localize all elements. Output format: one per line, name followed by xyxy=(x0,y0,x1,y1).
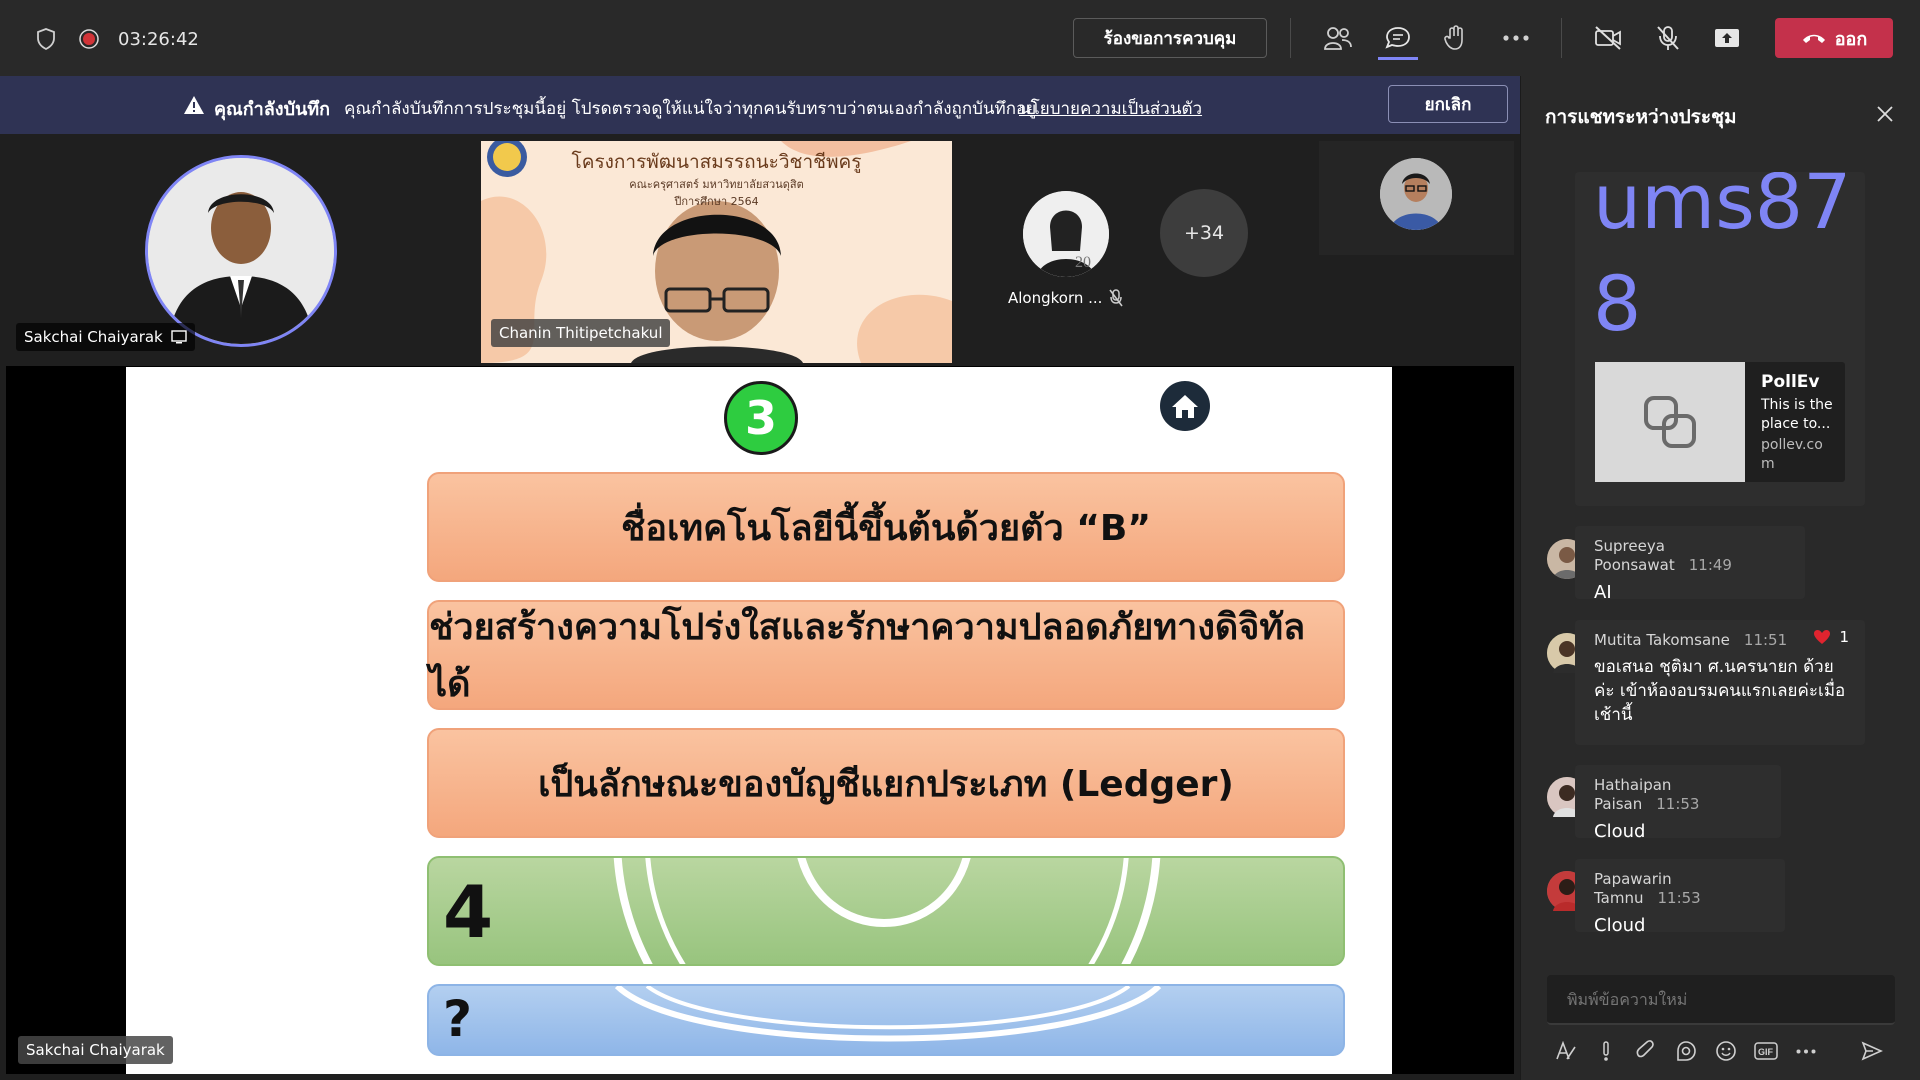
message-body: Cloud xyxy=(1594,821,1646,842)
toolbar-divider xyxy=(1561,18,1562,58)
presentation-slide: 3 ชื่อเทคโนโลยีนี้ขึ้นต้นด้วยตัว “B” ช่ว… xyxy=(126,367,1392,1074)
slide-decoration xyxy=(613,858,1161,964)
slide-number-badge: 3 xyxy=(724,381,798,455)
chat-panel: การแชทระหว่างประชุม ums87 8 PollEv This … xyxy=(1520,76,1920,1080)
message-time: 11:53 xyxy=(1656,795,1700,813)
link-card-description: This is the place to... xyxy=(1761,397,1833,432)
compose-box[interactable] xyxy=(1547,975,1895,1025)
screen-share-indicator-icon xyxy=(171,330,187,344)
heart-icon xyxy=(1814,630,1831,644)
message-body: ขอเสนอ ชุติมา ศ.นครนายก ด้วยค่ะ เข้าห้อง… xyxy=(1594,657,1846,725)
message-body: AI xyxy=(1594,582,1612,603)
recording-indicator-icon xyxy=(77,27,101,51)
request-control-button[interactable]: ร้องขอการควบคุม xyxy=(1073,18,1267,58)
presenter-name: Sakchai Chaiyarak xyxy=(24,328,163,346)
message-time: 11:51 xyxy=(1743,631,1788,649)
mic-off-icon[interactable] xyxy=(1650,20,1686,56)
video-banner-year: ปีการศึกษา 2564 xyxy=(674,195,759,208)
chat-message: Supreeya Poonsawat 11:49 AI xyxy=(1575,526,1805,603)
presenter-name-tag: Sakchai Chaiyarak xyxy=(16,323,195,351)
sender-name: Mutita Takomsane xyxy=(1594,631,1730,649)
sender-name: Supreeya Poonsawat xyxy=(1594,537,1675,574)
screen-share[interactable]: 3 ชื่อเทคโนโลยีนี้ขึ้นต้นด้วยตัว “B” ช่ว… xyxy=(6,366,1514,1074)
partial-message-line2: 8 xyxy=(1593,259,1642,348)
clue-bar-3: เป็นลักษณะของบัญชีแยกประเภท (Ledger) xyxy=(427,728,1345,838)
leave-button[interactable]: ออก xyxy=(1775,18,1893,58)
shield-icon[interactable] xyxy=(34,27,58,51)
self-view-tile[interactable] xyxy=(1319,141,1514,255)
loop-icon[interactable] xyxy=(1671,1036,1701,1066)
meeting-stage: Sakchai Chaiyarak โครงการพัฒนาสมรรถนะวิช… xyxy=(0,134,1520,1080)
share-screen-icon[interactable] xyxy=(1709,20,1745,56)
presenter-avatar[interactable] xyxy=(145,155,337,347)
svg-text:GIF: GIF xyxy=(1758,1047,1774,1057)
slide-decoration xyxy=(614,986,1162,1042)
answer-placeholder: ? xyxy=(443,990,473,1048)
answer-bar: ? xyxy=(427,984,1345,1056)
chat-message: Mutita Takomsane 11:51 ขอเสนอ ชุติมา ศ.นค… xyxy=(1575,620,1865,745)
message-time: 11:49 xyxy=(1688,556,1732,574)
warning-icon xyxy=(184,96,204,114)
participant-name: Alongkorn ... xyxy=(1008,289,1103,307)
reaction[interactable]: 1 xyxy=(1813,628,1849,646)
chat-message: Papawarin Tamnu 11:53 Cloud xyxy=(1575,859,1785,936)
meeting-toolbar: 03:26:42 ร้องขอการควบคุม ออก xyxy=(0,0,1920,76)
toolbar-divider xyxy=(1290,18,1291,58)
clue-bar-1: ชื่อเทคโนโลยีนี้ขึ้นต้นด้วยตัว “B” xyxy=(427,472,1345,582)
message-time: 11:53 xyxy=(1657,889,1701,907)
format-icon[interactable] xyxy=(1551,1036,1581,1066)
reaction-count: 1 xyxy=(1839,628,1849,646)
link-card-title: PollEv xyxy=(1761,372,1820,392)
link-icon xyxy=(1595,362,1745,482)
answer-length: 4 xyxy=(443,870,494,954)
link-card-domain: pollev.co m xyxy=(1761,437,1823,472)
important-icon[interactable] xyxy=(1591,1036,1621,1066)
muted-mic-icon xyxy=(1109,289,1123,307)
chat-icon[interactable] xyxy=(1378,18,1418,60)
emoji-icon[interactable] xyxy=(1711,1036,1741,1066)
chat-message: Hathaipan Paisan 11:53 Cloud xyxy=(1575,765,1781,842)
chat-panel-title: การแชทระหว่างประชุม xyxy=(1545,106,1737,128)
screen-share-name-tag: Sakchai Chaiyarak xyxy=(18,1036,173,1064)
self-avatar xyxy=(1380,158,1452,230)
meeting-timer: 03:26:42 xyxy=(118,28,199,50)
clue-bar-2: ช่วยสร้างความโปร่งใสและรักษาความปลอดภัยท… xyxy=(427,600,1345,710)
camera-off-icon[interactable] xyxy=(1590,20,1626,56)
link-preview-card[interactable]: PollEv This is the place to... pollev.co… xyxy=(1595,362,1845,482)
cancel-recording-button[interactable]: ยกเลิก xyxy=(1388,85,1508,123)
close-icon[interactable] xyxy=(1871,100,1899,128)
partial-message-line1: ums87 xyxy=(1593,172,1852,246)
privacy-policy-link[interactable]: นโยบายความเป็นส่วนตัว xyxy=(1019,95,1202,122)
leave-label: ออก xyxy=(1834,28,1868,49)
chat-message-partial: ums87 8 PollEv This is the place to... p… xyxy=(1575,172,1865,506)
more-participants-badge[interactable]: +34 xyxy=(1160,189,1248,277)
phone-hangup-icon xyxy=(1802,34,1825,43)
more-options-icon[interactable] xyxy=(1791,1036,1821,1066)
recording-banner-message: คุณกำลังบันทึกการประชุมนี้อยู่ โปรดตรวจด… xyxy=(344,99,1037,119)
attach-icon[interactable] xyxy=(1631,1036,1661,1066)
raise-hand-icon[interactable] xyxy=(1438,20,1474,56)
message-input[interactable] xyxy=(1547,975,1895,1023)
home-icon[interactable] xyxy=(1160,381,1210,431)
gif-icon[interactable]: GIF xyxy=(1751,1036,1781,1066)
svg-text:20: 20 xyxy=(1075,254,1091,271)
people-icon[interactable] xyxy=(1320,20,1356,56)
participant-avatar[interactable]: 20 xyxy=(1023,191,1109,277)
message-body: Cloud xyxy=(1594,915,1646,936)
video-name-tag: Chanin Thitipetchakul xyxy=(491,319,671,347)
video-banner-subtitle: คณะครุศาสตร์ มหาวิทยาลัยสวนดุสิต xyxy=(629,178,804,191)
recording-banner: คุณกำลังบันทึก คุณกำลังบันทึกการประชุมนี… xyxy=(0,76,1520,134)
video-banner-title: โครงการพัฒนาสมรรถนะวิชาชีพครู xyxy=(571,151,862,173)
recording-banner-title: คุณกำลังบันทึก xyxy=(214,99,331,120)
answer-length-bar: 4 xyxy=(427,856,1345,966)
send-icon[interactable] xyxy=(1857,1036,1887,1066)
participant-video-tile[interactable]: โครงการพัฒนาสมรรถนะวิชาชีพครู คณะครุศาสต… xyxy=(481,141,952,363)
more-options-icon[interactable] xyxy=(1498,20,1534,56)
